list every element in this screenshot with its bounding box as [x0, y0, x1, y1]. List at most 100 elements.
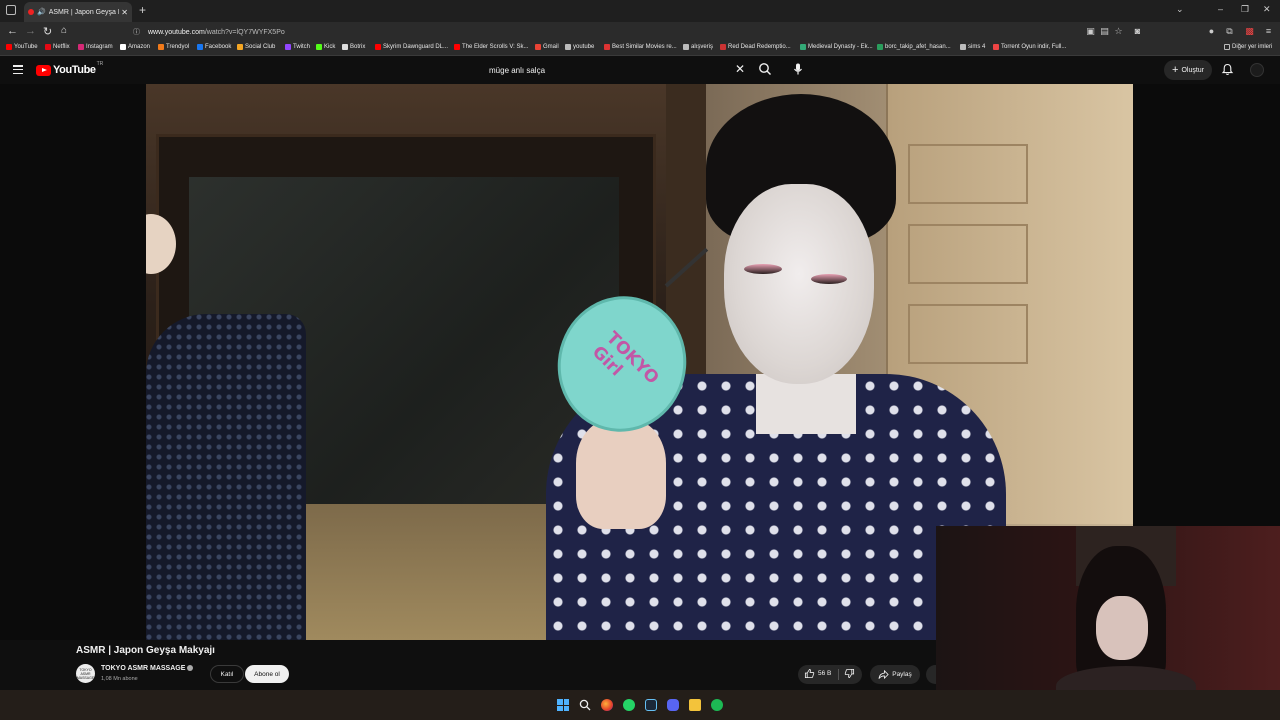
whatsapp-icon[interactable] [623, 699, 635, 711]
bookmark-favicon-icon [6, 44, 12, 50]
bookmark-favicon-icon [800, 44, 806, 50]
bookmark-item[interactable]: Amazon [120, 44, 150, 50]
video-scene-face [724, 184, 874, 384]
bookmark-item[interactable]: borc_takip_afet_hasan... [877, 44, 951, 50]
channel-avatar[interactable]: TOKYO ASMR MASSAGE [76, 664, 95, 683]
bookmark-item[interactable]: Instagram [78, 44, 113, 50]
bookmark-item[interactable]: Kick [316, 44, 335, 50]
forward-icon[interactable]: → [25, 25, 36, 37]
bookmark-item[interactable]: Netflix [45, 44, 70, 50]
bookmark-star-icon[interactable]: ☆ [1113, 26, 1124, 37]
bookmark-favicon-icon [342, 44, 348, 50]
channel-name[interactable]: TOKYO ASMR MASSAGE [101, 665, 185, 672]
extension-icon[interactable]: ● [1206, 26, 1217, 37]
video-scene-kimono-left [146, 314, 306, 640]
bookmark-item[interactable]: Facebook [197, 44, 231, 50]
bookmark-favicon-icon [158, 44, 164, 50]
bookmark-favicon-icon [535, 44, 541, 50]
picture-in-picture-icon[interactable]: ▣ [1085, 26, 1096, 37]
bookmark-label: Facebook [205, 44, 232, 50]
thumbs-down-icon[interactable] [844, 668, 855, 679]
bookmark-favicon-icon [565, 44, 571, 50]
tab-title: ASMR | Japon Geyşa Makya [48, 8, 120, 16]
bookmark-item[interactable]: Red Dead Redemptio... [720, 44, 791, 50]
bookmark-item[interactable]: Botrix [342, 44, 365, 50]
join-button[interactable]: Katıl [210, 665, 244, 683]
youtube-logo[interactable]: YouTube TR [36, 61, 103, 76]
address-bar-row: ← → ↻ ⌂ ⓘ www.youtube.com/watch?v=lQY7WY… [0, 22, 1280, 42]
microphone-icon[interactable] [791, 62, 805, 76]
clear-search-icon[interactable]: ✕ [735, 62, 745, 76]
video-scene-brush [664, 247, 709, 288]
bookmark-item[interactable]: YouTube [6, 44, 38, 50]
discord-icon[interactable] [667, 699, 679, 711]
reader-mode-icon[interactable]: ▤ [1099, 26, 1110, 37]
bookmark-label: Medieval Dynasty - Ek... [808, 44, 873, 50]
channel-name-row[interactable]: TOKYO ASMR MASSAGE [101, 665, 194, 672]
bookmark-label: Twitch [293, 44, 311, 50]
bookmark-item[interactable]: Twitch [285, 44, 310, 50]
url-field[interactable]: ⓘ www.youtube.com/watch?v=lQY7WYFX5Po [133, 24, 1153, 40]
bookmark-item[interactable]: youtube [565, 44, 594, 50]
search-input[interactable]: müge anlı salça [481, 59, 751, 81]
bookmark-item[interactable]: Social Club [237, 44, 275, 50]
bookmark-label: Torrent Oyun indir, Full... [1001, 44, 1067, 50]
firefox-icon[interactable] [601, 699, 613, 711]
like-button[interactable]: 56 B [804, 668, 831, 679]
bookmark-label: Netflix [53, 44, 70, 50]
tab-search-icon[interactable] [6, 5, 16, 15]
extensions-puzzle-icon[interactable]: ⧉ [1224, 26, 1235, 37]
browser-tab-active[interactable]: 🔊 ASMR | Japon Geyşa Makya ✕ [24, 2, 132, 22]
webcam-overlay [936, 526, 1280, 690]
close-window-icon[interactable]: ✕ [1263, 4, 1271, 15]
video-scene-eye-left [744, 264, 782, 274]
bookmark-item[interactable]: alışveriş [683, 44, 713, 50]
search-icon[interactable] [758, 62, 772, 76]
minimize-icon[interactable]: – [1218, 4, 1223, 14]
bookmark-item[interactable]: The Elder Scrolls V: Sk... [454, 44, 528, 50]
create-button[interactable]: + Oluştur [1164, 60, 1212, 80]
close-tab-icon[interactable]: ✕ [121, 8, 128, 17]
bookmark-item[interactable]: sims 4 [960, 44, 985, 50]
bookmark-item[interactable]: Gmail [535, 44, 559, 50]
back-icon[interactable]: ← [7, 25, 18, 37]
windows-start-icon[interactable] [557, 699, 569, 711]
menu-hamburger-icon[interactable] [13, 65, 23, 75]
speaker-icon[interactable]: 🔊 [37, 8, 46, 16]
bookmark-favicon-icon [454, 44, 460, 50]
reload-icon[interactable]: ↻ [43, 25, 52, 38]
notifications-bell-icon[interactable] [1221, 63, 1234, 76]
more-actions-button[interactable] [926, 665, 936, 684]
profile-badge-icon[interactable]: ▩ [1244, 26, 1255, 37]
share-button[interactable]: Paylaş [870, 665, 920, 684]
bookmark-label: Instagram [86, 44, 113, 50]
subscribe-button[interactable]: Abone ol [245, 665, 289, 683]
bookmark-label: Gmail [543, 44, 559, 50]
bookmark-favicon-icon [285, 44, 291, 50]
browser-menu-icon[interactable]: ≡ [1263, 26, 1274, 37]
screenshot-icon[interactable]: ◙ [1132, 26, 1143, 37]
steam-icon[interactable] [645, 699, 657, 711]
account-avatar[interactable] [1250, 63, 1264, 77]
bookmark-item[interactable]: Skyrim Dawnguard DL... [375, 44, 448, 50]
taskbar-search-icon[interactable] [579, 699, 591, 711]
site-info-icon[interactable]: ⓘ [133, 27, 140, 37]
tab-list-chevron-icon[interactable]: ⌄ [1176, 4, 1184, 15]
bookmark-item[interactable]: Trendyol [158, 44, 189, 50]
webcam-scene-face [1096, 596, 1148, 660]
bookmark-item[interactable]: Medieval Dynasty - Ek... [800, 44, 873, 50]
bookmark-favicon-icon [993, 44, 999, 50]
bookmark-item[interactable]: Torrent Oyun indir, Full... [993, 44, 1066, 50]
restore-icon[interactable]: ❐ [1241, 4, 1249, 15]
youtube-header: YouTube TR müge anlı salça ✕ + Oluştur [0, 56, 1280, 84]
file-explorer-icon[interactable] [689, 699, 701, 711]
spotify-icon[interactable] [711, 699, 723, 711]
new-tab-icon[interactable]: + [139, 3, 146, 17]
bookmark-label: Social Club [245, 44, 276, 50]
share-label: Paylaş [892, 671, 912, 678]
home-icon[interactable]: ⌂ [61, 25, 67, 36]
bookmark-favicon-icon [683, 44, 689, 50]
other-bookmarks-folder[interactable]: Diğer yer imleri [1224, 44, 1272, 50]
bookmark-item[interactable]: Best Similar Movies re... [604, 44, 677, 50]
bookmark-label: alışveriş [691, 44, 714, 50]
